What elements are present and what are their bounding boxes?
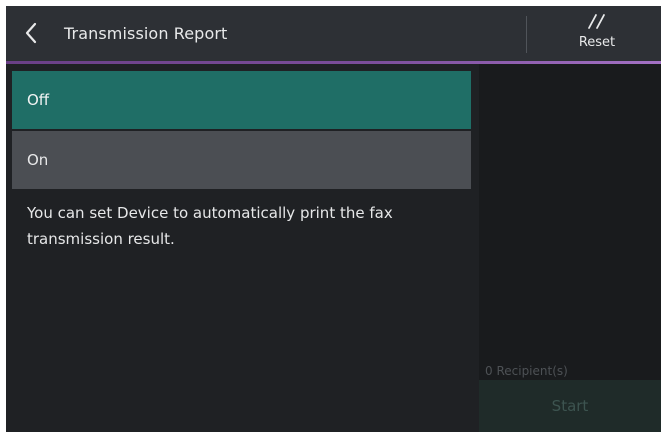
double-slash-icon xyxy=(588,14,605,29)
header-bar: Transmission Report Reset xyxy=(6,6,661,61)
reset-label: Reset xyxy=(578,35,616,50)
option-off-label: Off xyxy=(27,91,50,109)
start-button[interactable]: Start xyxy=(479,380,661,432)
option-on[interactable]: On xyxy=(12,131,471,189)
recipient-count: 0 Recipient(s) xyxy=(485,364,568,378)
option-on-label: On xyxy=(27,151,49,169)
reset-button[interactable]: Reset xyxy=(562,12,632,58)
chevron-left-icon xyxy=(25,22,37,44)
header-divider xyxy=(526,16,527,53)
back-button[interactable] xyxy=(18,20,44,46)
option-off[interactable]: Off xyxy=(12,71,471,129)
side-panel: 0 Recipient(s) Start xyxy=(479,64,661,432)
page-title: Transmission Report xyxy=(64,24,228,43)
fax-settings-screen: Transmission Report Reset Off On You can… xyxy=(6,6,661,432)
description-text: You can set Device to automatically prin… xyxy=(27,204,393,248)
